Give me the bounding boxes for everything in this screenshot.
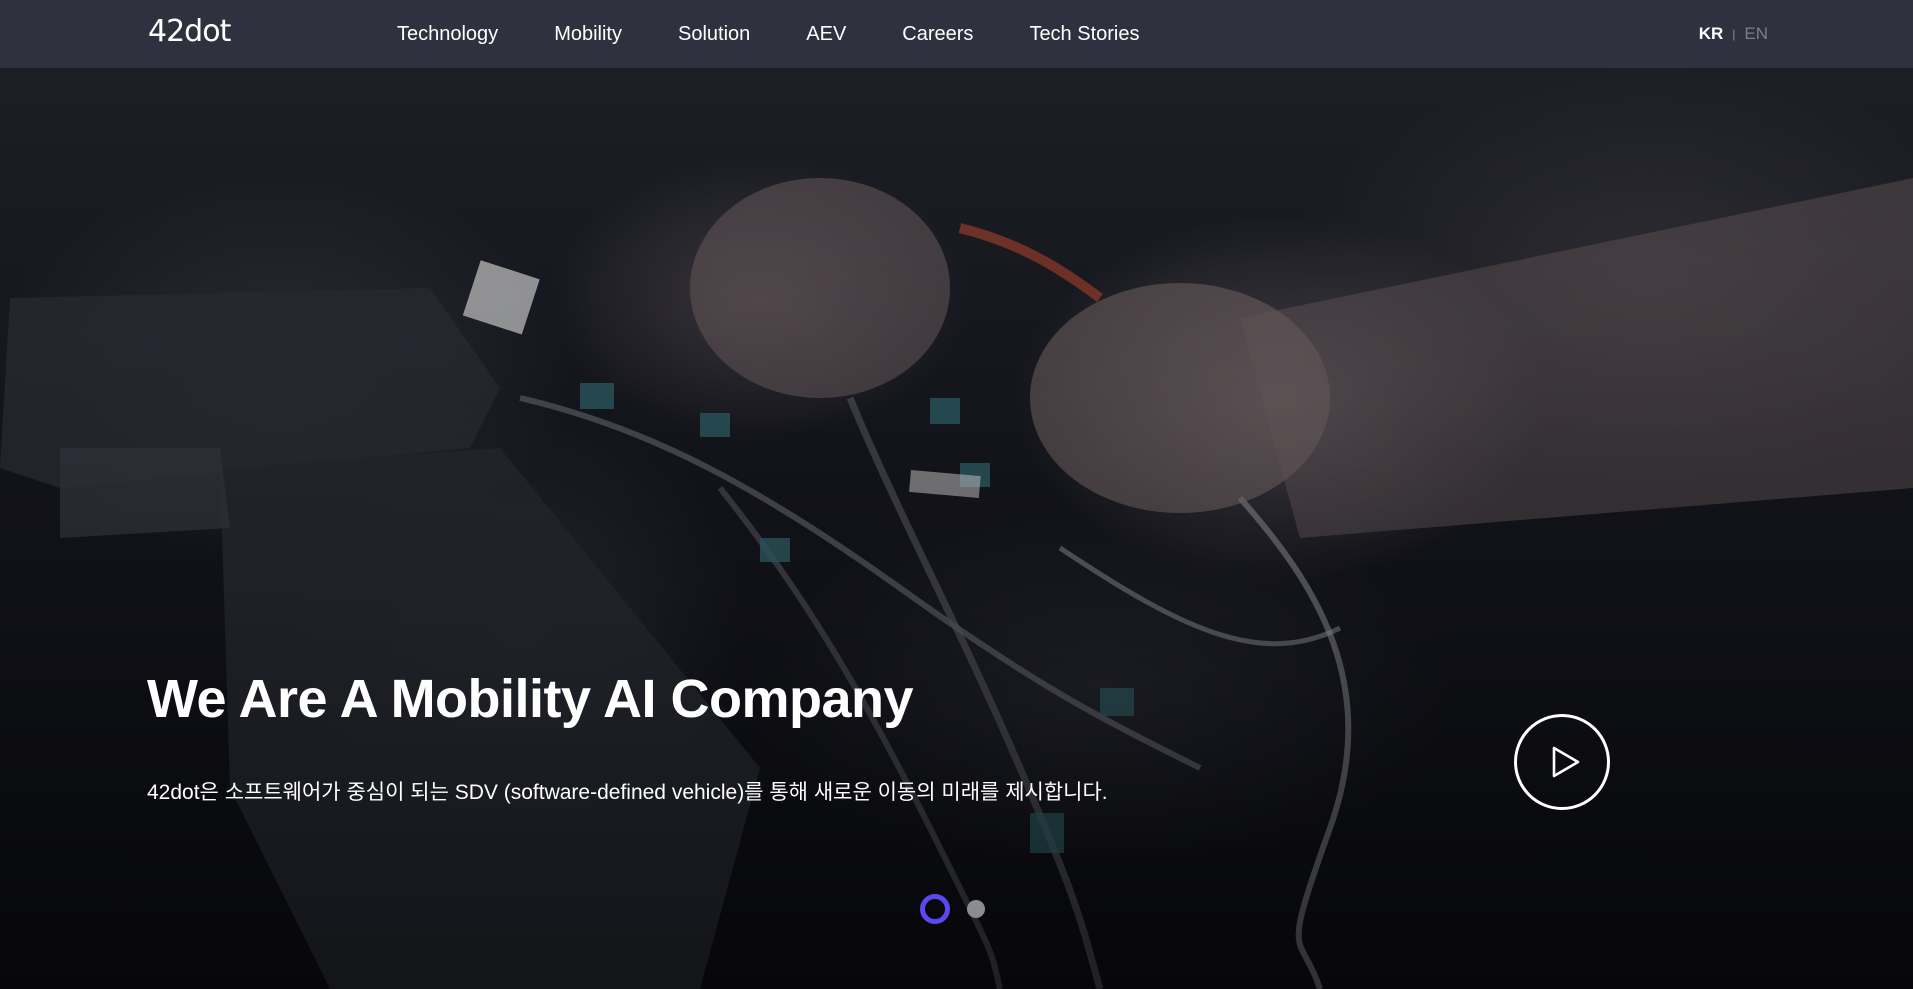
language-switcher: KR | EN (1699, 0, 1768, 68)
lang-kr-link[interactable]: KR (1699, 24, 1724, 44)
lang-en-link[interactable]: EN (1744, 24, 1768, 44)
nav-item-mobility[interactable]: Mobility (554, 0, 622, 68)
main-nav: Technology Mobility Solution AEV Careers… (397, 0, 1140, 68)
play-icon (1552, 746, 1580, 778)
lang-separator: | (1732, 27, 1736, 41)
nav-item-careers[interactable]: Careers (902, 0, 973, 68)
play-video-button[interactable] (1514, 714, 1610, 810)
site-header: 42dot Technology Mobility Solution AEV C… (0, 0, 1913, 68)
slide-dot-2[interactable] (967, 900, 985, 918)
slide-pagination (920, 894, 985, 924)
hero-video-section: We Are A Mobility AI Company 42dot은 소프트웨… (0, 68, 1913, 989)
hero-title: We Are A Mobility AI Company (147, 669, 914, 729)
logo[interactable]: 42dot (148, 14, 231, 50)
hero-subtitle: 42dot은 소프트웨어가 중심이 되는 SDV (software-defin… (147, 781, 1108, 804)
nav-item-tech-stories[interactable]: Tech Stories (1029, 0, 1139, 68)
nav-item-solution[interactable]: Solution (678, 0, 750, 68)
nav-item-aev[interactable]: AEV (806, 0, 846, 68)
slide-dot-1-active[interactable] (920, 894, 950, 924)
nav-item-technology[interactable]: Technology (397, 0, 498, 68)
hero-overlay (0, 68, 1913, 989)
